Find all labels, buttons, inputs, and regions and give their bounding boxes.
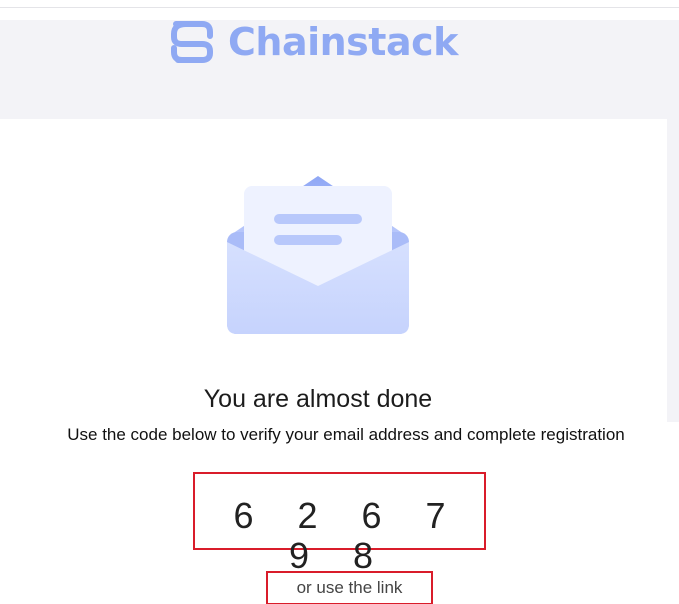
- instructions-text: Use the code below to verify your email …: [67, 425, 625, 444]
- verification-code-box: 6 2 6 7 9 8: [193, 472, 486, 576]
- email-page: Chainstack You are almost done Use the c…: [0, 0, 679, 604]
- or-use-link-label: or use the link: [296, 578, 403, 597]
- right-gutter: [667, 119, 679, 422]
- top-bar: [0, 0, 679, 8]
- chainstack-logo: Chainstack: [168, 20, 458, 64]
- verification-code: 6 2 6 7 9 8: [233, 495, 463, 576]
- open-envelope-icon: [227, 176, 409, 334]
- chainstack-logo-icon: [171, 21, 213, 63]
- headline: You are almost done: [203, 385, 433, 413]
- alternative-link-box: or use the link: [266, 571, 433, 604]
- brand-name: Chainstack: [228, 20, 458, 64]
